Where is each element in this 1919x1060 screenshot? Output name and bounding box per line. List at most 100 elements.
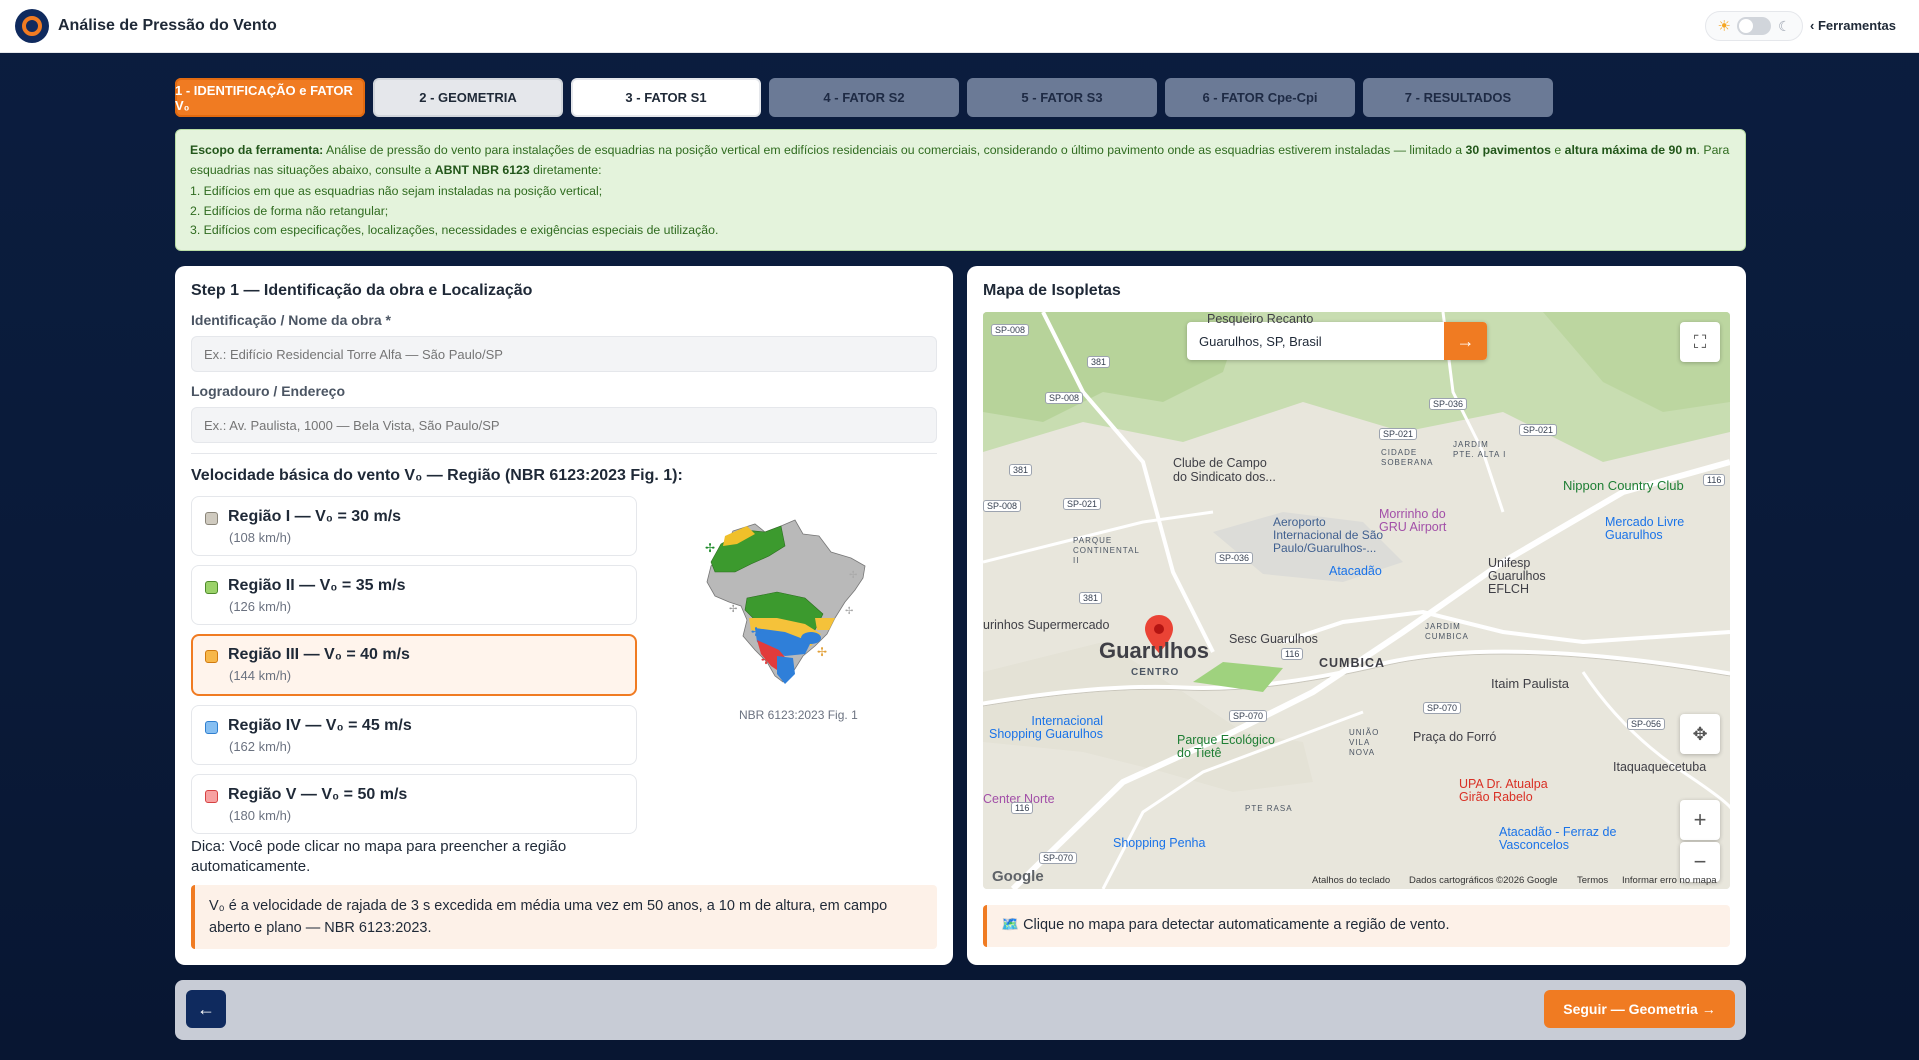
- road-shield: 381: [1087, 356, 1111, 368]
- scope-notice: Escopo da ferramenta: Análise de pressão…: [175, 129, 1746, 251]
- region-name: Região IV — V₀ = 45 m/s: [228, 717, 412, 734]
- region-kmh: (144 km/h): [229, 668, 292, 683]
- region-kmh: (180 km/h): [229, 808, 292, 823]
- svg-text:✢: ✢: [705, 541, 715, 555]
- map-poi-label: Pesqueiro Recanto: [1207, 312, 1314, 326]
- theme-toggle[interactable]: ☀ ☾: [1705, 11, 1803, 41]
- road-shield: 116: [1011, 802, 1034, 814]
- svg-text:✢: ✢: [729, 604, 737, 615]
- pan-control-icon[interactable]: ✥: [1680, 714, 1720, 754]
- road-shield: 116: [1703, 474, 1726, 486]
- address-label: Logradouro / Endereço: [191, 383, 346, 399]
- identification-panel: Step 1 — Identificação da obra e Localiz…: [175, 266, 953, 965]
- region-option-4[interactable]: Região IV — V₀ = 45 m/s (162 km/h): [191, 705, 637, 765]
- road-shield: SP-070: [1423, 702, 1462, 714]
- region-option-1[interactable]: Região I — V₀ = 30 m/s (108 km/h): [191, 496, 637, 556]
- zoom-in-button[interactable]: +: [1680, 800, 1720, 840]
- theme-switch[interactable]: [1737, 17, 1772, 35]
- step1-title: Step 1 — Identificação da obra e Localiz…: [191, 282, 533, 299]
- map-poi-label: Nippon Country Club: [1563, 478, 1684, 493]
- step-tabs: 1 - IDENTIFICAÇÃO e FATOR V₀ 2 - GEOMETR…: [175, 78, 1553, 117]
- tab-fator-cpe-cpi[interactable]: 6 - FATOR Cpe-Cpi: [1165, 78, 1355, 117]
- map-poi-label: Itaquaquecetuba: [1613, 760, 1707, 774]
- map-footer-link[interactable]: Termos: [1577, 875, 1608, 886]
- map-poi-label: Unifesp Guarulhos EFLCH: [1488, 556, 1546, 596]
- google-logo: Google: [992, 868, 1044, 885]
- app-logo: [15, 9, 49, 43]
- tip-text: Dica: Você pode clicar no mapa para pree…: [191, 838, 567, 875]
- isopleth-panel: Mapa de Isopletas Guarulhos, SP, Brasil …: [967, 266, 1746, 965]
- road-shield: 381: [1079, 592, 1103, 604]
- fullscreen-icon[interactable]: ⛶: [1680, 322, 1720, 362]
- map-poi-label: Praça do Forró: [1413, 730, 1497, 744]
- project-name-input[interactable]: [191, 336, 937, 372]
- scope-item: 3. Edifícios com especificações, localiz…: [190, 223, 719, 237]
- footer-bar: ← Seguir — Geometria →: [175, 980, 1746, 1040]
- region-option-5[interactable]: Região V — V₀ = 50 m/s (180 km/h): [191, 774, 637, 834]
- map-district-label: JARDIM CUMBICA: [1425, 622, 1469, 641]
- tab-resultados[interactable]: 7 - RESULTADOS: [1363, 78, 1553, 117]
- brazil-isopleth-map[interactable]: ✢ ✢ ✢ ✢ ✢ ✢ ✢: [685, 506, 905, 706]
- v0-note: V₀ é a velocidade de rajada de 3 s exced…: [191, 885, 937, 949]
- tab-fator-s3[interactable]: 5 - FATOR S3: [967, 78, 1157, 117]
- isopleth-title: Mapa de Isopletas: [983, 282, 1121, 299]
- app-title: Análise de Pressão do Vento: [58, 17, 277, 34]
- map-district-label: UNIÃO VILA NOVA: [1349, 728, 1380, 757]
- map-poi-label: Clube de Campo do Sindicato dos...: [1173, 456, 1276, 484]
- name-label: Identificação / Nome da obra *: [191, 312, 391, 328]
- back-button[interactable]: ←: [186, 990, 226, 1028]
- svg-text:✢: ✢: [751, 625, 761, 639]
- map-district-label: JARDIM PTE. ALTA I: [1453, 440, 1507, 459]
- region-name: Região I — V₀ = 30 m/s: [228, 508, 402, 525]
- road-shield: SP-070: [1039, 852, 1078, 864]
- map-poi-label: Mercado Livre Guarulhos: [1605, 515, 1685, 542]
- map-search-input[interactable]: Guarulhos, SP, Brasil: [1187, 334, 1444, 349]
- map-poi-label: Aeroporto Internacional de São Paulo/Gua…: [1273, 515, 1384, 555]
- chevron-left-icon: ‹: [1810, 18, 1818, 33]
- map-caption: NBR 6123:2023 Fig. 1: [739, 708, 858, 722]
- region-swatch: [205, 581, 218, 594]
- region-name: Região III — V₀ = 40 m/s: [228, 646, 410, 663]
- road-shield: SP-008: [983, 500, 1022, 512]
- map-poi-label: Parque Ecológico do Tietê: [1177, 733, 1275, 760]
- map-district-label: PTE RASA: [1245, 804, 1293, 813]
- tab-identificacao[interactable]: 1 - IDENTIFICAÇÃO e FATOR V₀: [175, 78, 365, 117]
- address-input[interactable]: [191, 407, 937, 443]
- road-shield: SP-021: [1379, 428, 1418, 440]
- tab-geometria[interactable]: 2 - GEOMETRIA: [373, 78, 563, 117]
- map-district-label: CUMBICA: [1319, 656, 1386, 670]
- road-shield: SP-008: [991, 324, 1030, 336]
- map-poi-label: Sesc Guarulhos: [1229, 632, 1318, 646]
- map-poi-label: UPA Dr. Atualpa Girão Rabelo: [1459, 777, 1548, 804]
- svg-text:✢: ✢: [845, 606, 853, 617]
- road-shield: SP-036: [1215, 552, 1254, 564]
- region-kmh: (108 km/h): [229, 530, 292, 545]
- scope-text: Escopo da ferramenta: Análise de pressão…: [190, 143, 1730, 177]
- arrow-right-icon[interactable]: →: [1444, 322, 1487, 360]
- region-swatch: [205, 512, 218, 525]
- map-footer-link[interactable]: Atalhos do teclado: [1312, 875, 1390, 886]
- scope-item: 2. Edifícios de forma não retangular;: [190, 203, 389, 218]
- google-map[interactable]: Guarulhos, SP, Brasil → ⛶ ✥ + − Guarulho…: [983, 312, 1730, 889]
- region-option-3[interactable]: Região III — V₀ = 40 m/s (144 km/h): [191, 634, 637, 696]
- region-swatch: [205, 650, 218, 663]
- sun-icon: ☀: [1717, 18, 1731, 35]
- top-bar: Análise de Pressão do Vento ☀ ☾ ‹ Ferram…: [0, 0, 1919, 53]
- map-poi-label: Atacadão - Ferraz de Vasconcelos: [1499, 825, 1617, 852]
- road-shield: SP-021: [1063, 498, 1102, 510]
- road-shield: SP-021: [1519, 424, 1558, 436]
- next-geometry-button[interactable]: Seguir — Geometria →: [1544, 990, 1735, 1028]
- map-poi-label: Morrinho do GRU Airport: [1379, 507, 1447, 534]
- map-footer-link[interactable]: Informar erro no mapa: [1622, 875, 1717, 886]
- tab-fator-s1[interactable]: 3 - FATOR S1: [571, 78, 761, 117]
- region-name: Região V — V₀ = 50 m/s: [228, 786, 408, 803]
- region-kmh: (126 km/h): [229, 599, 292, 614]
- road-shield: 381: [1009, 464, 1033, 476]
- region-option-2[interactable]: Região II — V₀ = 35 m/s (126 km/h): [191, 565, 637, 625]
- road-shield: 116: [1281, 648, 1304, 660]
- map-poi-label: urinhos Supermercado: [983, 618, 1110, 632]
- road-shield: SP-008: [1045, 392, 1084, 404]
- map-hint: 🗺️ Clique no mapa para detectar automati…: [983, 905, 1730, 947]
- tab-fator-s2[interactable]: 4 - FATOR S2: [769, 78, 959, 117]
- tools-link[interactable]: ‹ Ferramentas: [1810, 18, 1896, 33]
